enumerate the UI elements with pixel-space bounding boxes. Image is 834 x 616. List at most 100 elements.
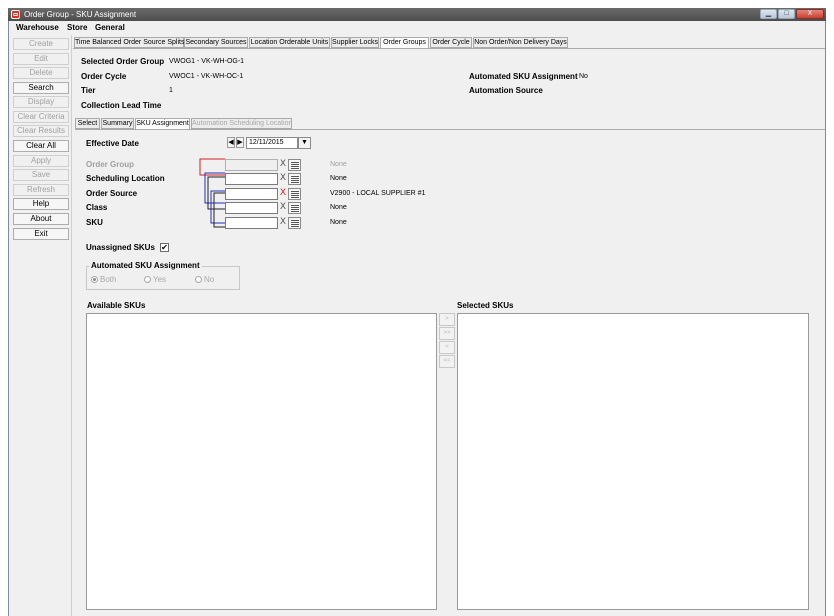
window-title: Order Group - SKU Assignment <box>24 10 137 19</box>
move-right-button[interactable]: > <box>439 313 455 326</box>
move-left-button[interactable]: < <box>439 341 455 354</box>
order-source-value: V2900 - LOCAL SUPPLIER #1 <box>330 190 426 197</box>
sidebar-create-button[interactable]: Create <box>13 38 69 50</box>
sidebar-edit-button[interactable]: Edit <box>13 53 69 65</box>
class-clear-button[interactable]: X <box>279 202 287 214</box>
order-source-label: Order Source <box>86 189 138 198</box>
effective-date-field[interactable]: 12/11/2015 <box>246 137 298 149</box>
window-border-left <box>8 21 9 616</box>
date-dropdown-button[interactable]: ▼ <box>298 137 311 149</box>
sidebar-exit-button[interactable]: Exit <box>13 228 69 240</box>
sidebar-clear-results-button[interactable]: Clear Results <box>13 125 69 137</box>
window-border-right <box>825 21 826 616</box>
order-source-clear-button[interactable]: X <box>279 188 287 200</box>
menu-general[interactable]: General <box>95 23 125 33</box>
tab-location-orderable-units[interactable]: Location Orderable Units <box>249 37 330 48</box>
unassigned-skus-label: Unassigned SKUs <box>86 243 155 252</box>
minimize-icon: ▁ <box>765 10 772 17</box>
order-group-clear-button: X <box>279 159 287 171</box>
order-cycle-value: VWOC1 - VK-WH-OC-1 <box>169 73 244 80</box>
tab-non-order-non-delivery-days[interactable]: Non Order/Non Delivery Days <box>473 37 568 48</box>
automation-source-label: Automation Source <box>469 86 543 95</box>
menu-bar: Warehouse Store General <box>9 21 825 35</box>
clear-icon: X <box>279 202 287 212</box>
effective-date-label: Effective Date <box>86 139 139 148</box>
minimize-button[interactable]: ▁ <box>760 9 777 19</box>
available-skus-list[interactable] <box>86 313 437 610</box>
close-button[interactable]: X <box>796 9 824 19</box>
tab-time-balanced-order-source-splits[interactable]: Time Balanced Order Source Splits <box>74 37 184 48</box>
window-titlebar: Order Group - SKU Assignment ▁ □ X <box>8 8 826 21</box>
maximize-button[interactable]: □ <box>778 9 795 19</box>
clear-icon: X <box>279 173 287 183</box>
selected-order-group-value: VWOG1 - VK-WH-OG-1 <box>169 58 245 65</box>
chevron-down-icon: ▼ <box>301 139 308 146</box>
automated-sku-assignment-value: No <box>579 73 588 80</box>
list-icon <box>289 203 300 213</box>
radio-yes[interactable] <box>144 276 151 283</box>
date-prev-button[interactable]: ◀ <box>227 137 235 148</box>
sidebar-save-button[interactable]: Save <box>13 169 69 181</box>
subtab-select[interactable]: Select <box>75 118 100 129</box>
sidebar-refresh-button[interactable]: Refresh <box>13 184 69 196</box>
top-tab-line <box>73 48 825 49</box>
scheduling-location-field[interactable] <box>225 173 278 185</box>
list-icon <box>289 160 300 170</box>
radio-no[interactable] <box>195 276 202 283</box>
scheduling-location-label: Scheduling Location <box>86 174 165 183</box>
scheduling-location-clear-button[interactable]: X <box>279 173 287 185</box>
class-lookup-button[interactable] <box>288 202 301 214</box>
sidebar-search-button[interactable]: Search <box>13 82 69 94</box>
order-cycle-label: Order Cycle <box>81 72 127 81</box>
arrow-right-icon: ▶ <box>237 139 243 146</box>
order-group-label: Order Group <box>86 160 135 169</box>
arrow-left-icon: ◀ <box>228 139 234 146</box>
radio-yes-label: Yes <box>153 275 167 284</box>
sku-label: SKU <box>86 218 103 227</box>
tier-value: 1 <box>169 87 173 94</box>
sub-tab-line <box>75 129 825 130</box>
tab-order-cycle[interactable]: Order Cycle <box>430 37 472 48</box>
radio-both[interactable] <box>91 276 98 283</box>
class-value: None <box>330 204 347 211</box>
automated-sku-assignment-title: Automated SKU Assignment <box>89 261 202 271</box>
connector-class <box>210 190 225 224</box>
order-source-field[interactable] <box>225 188 278 200</box>
menu-warehouse[interactable]: Warehouse <box>16 23 59 33</box>
subtab-automation-scheduling-location: Automation Scheduling Location <box>191 118 293 129</box>
sku-field[interactable] <box>225 217 278 229</box>
sku-lookup-button[interactable] <box>288 217 301 229</box>
tab-secondary-sources[interactable]: Secondary Sources <box>184 37 248 48</box>
close-icon: X <box>807 10 813 17</box>
clear-icon: X <box>279 159 287 169</box>
automated-sku-assignment-label: Automated SKU Assignment <box>469 72 578 81</box>
date-next-button[interactable]: ▶ <box>236 137 244 148</box>
order-source-lookup-button[interactable] <box>288 188 301 200</box>
sidebar-about-button[interactable]: About <box>13 213 69 225</box>
sidebar-apply-button[interactable]: Apply <box>13 155 69 167</box>
sidebar-divider <box>71 35 72 616</box>
move-all-right-button[interactable]: >> <box>439 327 455 340</box>
move-all-left-button[interactable]: << <box>439 355 455 368</box>
class-label: Class <box>86 203 108 212</box>
list-icon <box>289 218 300 228</box>
menu-store[interactable]: Store <box>67 23 87 33</box>
sidebar-help-button[interactable]: Help <box>13 198 69 210</box>
unassigned-skus-checkbox[interactable]: ✔ <box>160 243 169 252</box>
order-group-field <box>225 159 278 171</box>
sidebar-delete-button[interactable]: Delete <box>13 67 69 79</box>
tab-supplier-locks[interactable]: Supplier Locks <box>331 37 379 48</box>
check-icon: ✔ <box>161 243 168 252</box>
sidebar-display-button[interactable]: Display <box>13 96 69 108</box>
sku-clear-button[interactable]: X <box>279 217 287 229</box>
scheduling-location-value: None <box>330 175 347 182</box>
order-group-lookup-button <box>288 159 301 171</box>
order-group-value: None <box>330 161 347 168</box>
selected-skus-list[interactable] <box>457 313 809 610</box>
app-icon <box>11 10 20 19</box>
sidebar-clear-all-button[interactable]: Clear All <box>13 140 69 152</box>
subtab-summary[interactable]: Summary <box>101 118 134 129</box>
sidebar-clear-criteria-button[interactable]: Clear Criteria <box>13 111 69 123</box>
class-field[interactable] <box>225 202 278 214</box>
scheduling-location-lookup-button[interactable] <box>288 173 301 185</box>
